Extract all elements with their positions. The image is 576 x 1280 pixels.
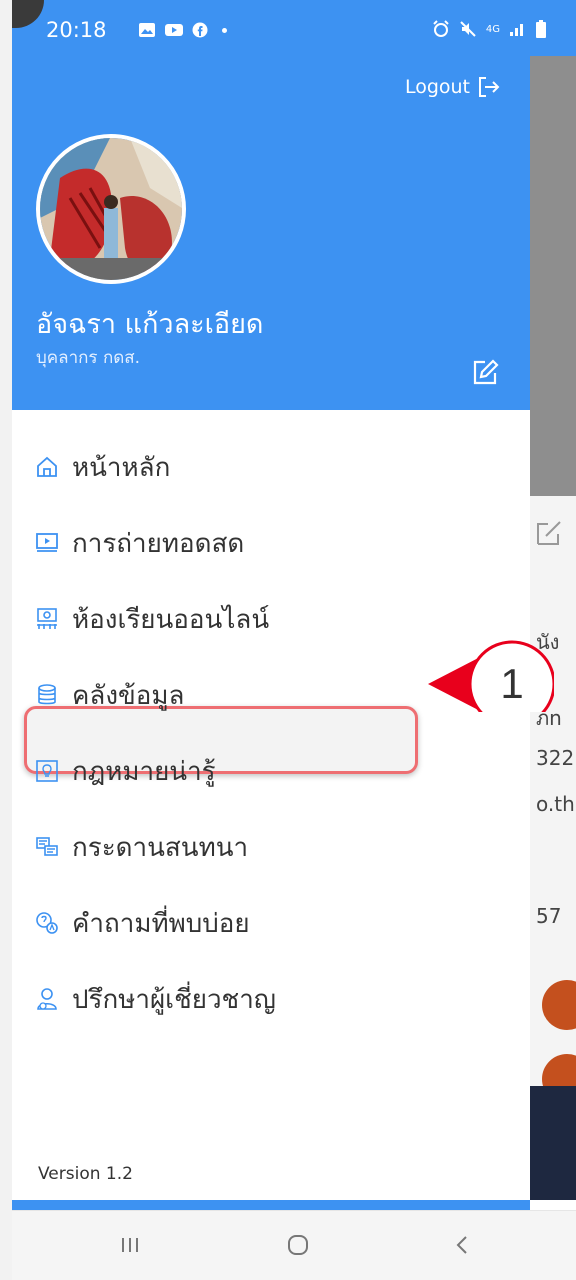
- background-edit-icon: [537, 521, 561, 545]
- callout-number: 1: [500, 660, 523, 707]
- menu-item-data-library[interactable]: คลังข้อมูล: [34, 675, 184, 715]
- edit-profile-icon[interactable]: [471, 359, 499, 387]
- chat-board-icon: [34, 834, 60, 860]
- menu-item-label: คลังข้อมูล: [72, 680, 185, 711]
- menu-item-expert-consult[interactable]: ปรึกษาผู้เชี่ยวชาญ: [34, 979, 276, 1019]
- online-classroom-icon: [34, 606, 60, 632]
- background-text: 57: [536, 904, 562, 928]
- youtube-icon: [165, 24, 183, 36]
- signal-icon: [510, 24, 523, 36]
- step-callout: 1: [428, 640, 554, 712]
- logout-label: Logout: [404, 76, 470, 98]
- logout-button[interactable]: Logout: [405, 76, 500, 98]
- recent-apps-button[interactable]: [100, 1225, 160, 1265]
- system-navigation-bar: [12, 1210, 576, 1280]
- network-4g-label: 4G: [485, 23, 500, 35]
- menu-item-home[interactable]: หน้าหลัก: [34, 447, 170, 487]
- avatar-photo: [40, 138, 182, 280]
- status-bar: 20:18 4G: [12, 0, 576, 56]
- avatar[interactable]: [36, 134, 186, 284]
- menu-item-label: หน้าหลัก: [72, 452, 171, 483]
- background-scrim: [530, 56, 576, 496]
- alarm-icon: [433, 20, 449, 37]
- law-lightbulb-icon: [34, 758, 60, 784]
- home-nav-icon: [288, 1235, 308, 1255]
- menu-item-law[interactable]: กฎหมายน่ารู้: [34, 751, 216, 791]
- background-text: 322: [536, 746, 575, 770]
- phone-screen: 20:18 4G นัง ภn 322 o.th 57 Logout อัจฉร…: [12, 0, 576, 1280]
- status-time: 20:18: [46, 18, 107, 42]
- expert-consult-icon: [34, 986, 60, 1012]
- user-name: อัจฉรา แก้วละเอียด: [36, 309, 264, 340]
- menu-item-label: ปรึกษาผู้เชี่ยวชาญ: [72, 984, 276, 1015]
- background-text: o.th: [536, 792, 575, 816]
- menu-item-online-class[interactable]: ห้องเรียนออนไลน์: [34, 599, 269, 639]
- live-video-icon: [34, 530, 60, 556]
- menu-item-label: กฎหมายน่ารู้: [72, 756, 216, 787]
- menu-item-label: กระดานสนทนา: [72, 832, 249, 863]
- faq-icon: [34, 910, 60, 936]
- dot-icon: [222, 27, 227, 33]
- gallery-icon: [139, 23, 155, 37]
- menu-item-discussion-board[interactable]: กระดานสนทนา: [34, 827, 248, 867]
- logout-icon: [479, 77, 500, 97]
- background-footer: [530, 1086, 576, 1200]
- app-version: Version 1.2: [38, 1164, 133, 1184]
- facebook-icon: [192, 22, 208, 38]
- home-button[interactable]: [268, 1225, 328, 1265]
- menu-item-label: การถ่ายทอดสด: [72, 528, 245, 559]
- drawer-header: Logout อัจฉรา แก้วละเอียด บุคลากร กดส.: [12, 56, 530, 410]
- menu-item-faq[interactable]: คำถามที่พบบ่อย: [34, 903, 250, 943]
- mute-icon: [460, 21, 476, 37]
- back-button[interactable]: [432, 1225, 492, 1265]
- battery-icon: [536, 20, 546, 38]
- home-icon: [34, 454, 60, 480]
- system-icons: 4G: [432, 20, 546, 38]
- recent-apps-icon: [122, 1238, 138, 1252]
- user-role: บุคลากร กดส.: [36, 348, 141, 368]
- menu-item-live[interactable]: การถ่ายทอดสด: [34, 523, 244, 563]
- drawer-footer-bar: [12, 1200, 530, 1210]
- notification-icons: [138, 22, 227, 38]
- menu-item-label: ห้องเรียนออนไลน์: [72, 604, 270, 635]
- menu-item-label: คำถามที่พบบ่อย: [72, 908, 250, 939]
- database-icon: [34, 682, 60, 708]
- background-content: [530, 496, 576, 1136]
- back-icon: [456, 1236, 467, 1254]
